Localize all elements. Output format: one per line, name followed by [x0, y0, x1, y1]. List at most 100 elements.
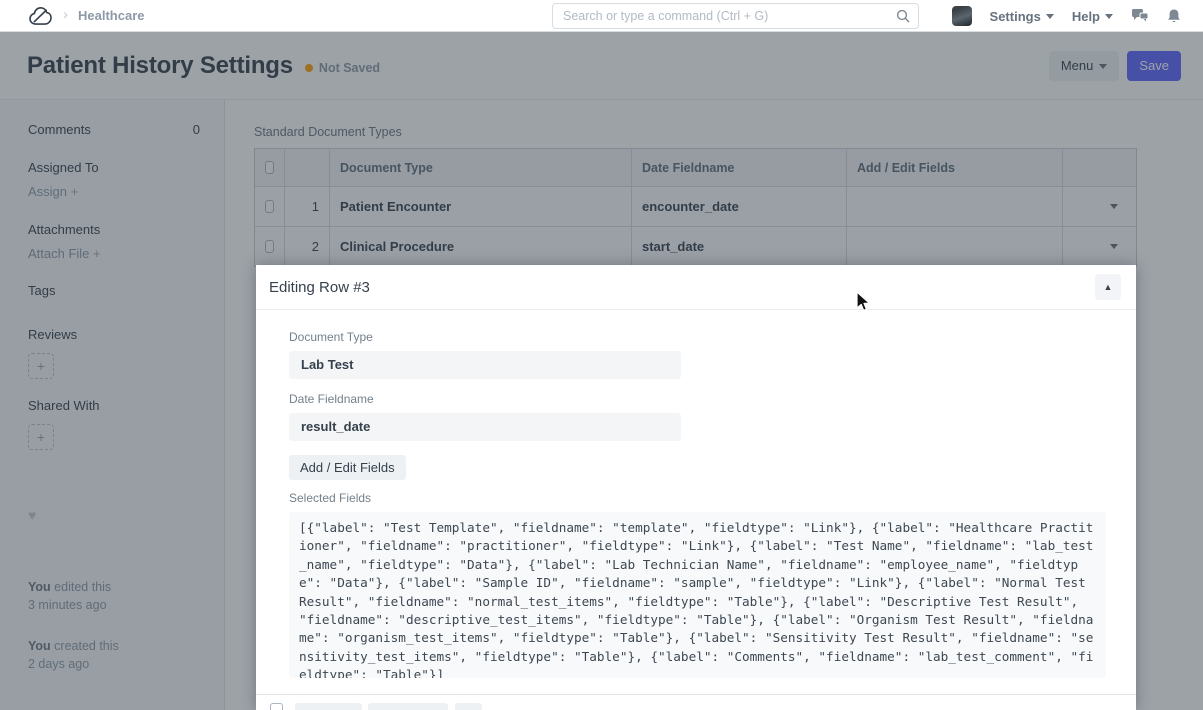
grid-row-edit-panel: Editing Row #3 ▲ Document Type Lab Test … — [256, 265, 1136, 710]
page-actions: Menu Save — [1049, 51, 1181, 81]
page-head: Patient History Settings Not Saved Menu … — [0, 32, 1203, 100]
document-type-label: Document Type — [289, 330, 1106, 344]
navbar-right: Settings Help — [952, 0, 1181, 32]
grid-header-row: Document Type Date Fieldname Add / Edit … — [255, 149, 1136, 186]
table-row[interactable]: 1 Patient Encounter encounter_date — [255, 186, 1136, 226]
add-edit-fields-button[interactable]: Add / Edit Fields — [289, 455, 406, 480]
select-all-checkbox[interactable] — [265, 161, 274, 174]
title-group: Patient History Settings Not Saved — [27, 52, 380, 80]
edited-time: 3 minutes ago — [28, 597, 200, 614]
edited-by: You — [28, 580, 51, 594]
breadcrumb-chevron-icon: › — [63, 7, 68, 22]
settings-label: Settings — [990, 9, 1041, 24]
plus-icon: + — [37, 358, 45, 374]
created-time: 2 days ago — [28, 656, 200, 673]
status-dot-icon — [305, 64, 313, 72]
chevron-down-icon — [1099, 64, 1107, 69]
selected-fields-label: Selected Fields — [289, 491, 1106, 505]
bell-icon[interactable] — [1167, 8, 1181, 24]
help-menu[interactable]: Help — [1072, 9, 1113, 24]
plus-icon: + — [71, 184, 79, 199]
chevron-down-icon — [1046, 14, 1054, 19]
save-button[interactable]: Save — [1127, 51, 1181, 81]
created-action: created this — [54, 639, 119, 653]
created-by: You — [28, 639, 51, 653]
column-header-document-type: Document Type — [330, 149, 632, 186]
grid-footer-button[interactable] — [455, 703, 482, 710]
user-avatar[interactable] — [952, 6, 972, 26]
save-status-indicator: Not Saved — [305, 61, 380, 75]
grid-footer — [256, 694, 1136, 710]
form-sidebar: Comments 0 Assigned To Assign + Attachme… — [0, 100, 225, 710]
menu-button-label: Menu — [1061, 58, 1094, 73]
edit-panel-body: Document Type Lab Test Date Fieldname re… — [256, 310, 1136, 678]
footer-checkbox[interactable] — [270, 703, 283, 710]
column-header-add-edit-fields: Add / Edit Fields — [847, 149, 1063, 186]
add-review-button[interactable]: + — [28, 353, 54, 379]
date-fieldname-label: Date Fieldname — [289, 392, 1106, 406]
cell-add-edit-fields[interactable] — [847, 187, 1063, 226]
chevron-down-icon — [1105, 14, 1113, 19]
app-logo-icon[interactable] — [28, 5, 53, 26]
column-header-date-fieldname: Date Fieldname — [632, 149, 847, 186]
cell-date-fieldname[interactable]: start_date — [642, 239, 704, 254]
collapse-row-button[interactable]: ▲ — [1095, 274, 1121, 300]
help-label: Help — [1072, 9, 1100, 24]
comments-section[interactable]: Comments 0 — [28, 122, 200, 137]
add-share-button[interactable]: + — [28, 424, 54, 450]
search-icon — [896, 9, 910, 23]
navbar-left: › Healthcare — [0, 5, 144, 26]
grid-footer-button[interactable] — [368, 703, 448, 710]
row-expand-icon[interactable] — [1110, 244, 1118, 249]
assign-button[interactable]: Assign + — [28, 184, 200, 199]
created-meta: You created this 2 days ago — [28, 638, 200, 673]
selected-fields-textarea[interactable]: [{"label": "Test Template", "fieldname":… — [289, 512, 1106, 678]
edit-panel-header: Editing Row #3 ▲ — [256, 265, 1136, 310]
plus-icon: + — [37, 429, 45, 445]
menu-button[interactable]: Menu — [1049, 51, 1120, 81]
cell-document-type[interactable]: Patient Encounter — [340, 199, 451, 214]
reviews-label: Reviews — [28, 327, 200, 342]
cell-add-edit-fields[interactable] — [847, 227, 1063, 266]
plus-icon: + — [93, 246, 101, 261]
document-type-field[interactable]: Lab Test — [289, 351, 681, 379]
row-index-header — [285, 149, 330, 186]
page-title: Patient History Settings — [27, 52, 293, 80]
tags-label: Tags — [28, 283, 200, 298]
shared-with-label: Shared With — [28, 398, 200, 413]
standard-document-types-grid: Document Type Date Fieldname Add / Edit … — [254, 148, 1137, 267]
edit-panel-title: Editing Row #3 — [269, 279, 370, 296]
cell-document-type[interactable]: Clinical Procedure — [340, 239, 454, 254]
assign-label: Assign — [28, 184, 67, 199]
breadcrumb[interactable]: Healthcare — [78, 8, 144, 23]
assigned-to-label: Assigned To — [28, 160, 200, 175]
collapse-up-icon: ▲ — [1104, 282, 1113, 292]
edited-action: edited this — [54, 580, 111, 594]
attach-file-button[interactable]: Attach File + — [28, 246, 200, 261]
comments-count: 0 — [193, 122, 200, 137]
grid-footer-button[interactable] — [295, 703, 362, 710]
row-checkbox[interactable] — [265, 200, 274, 213]
row-index: 1 — [312, 199, 319, 214]
grid-label: Standard Document Types — [254, 125, 1203, 139]
table-row[interactable]: 2 Clinical Procedure start_date — [255, 226, 1136, 266]
chat-icon[interactable] — [1131, 8, 1149, 24]
global-search[interactable] — [552, 3, 919, 29]
comments-label: Comments — [28, 122, 91, 137]
edited-meta: You edited this 3 minutes ago — [28, 579, 200, 614]
app-window: › Healthcare Settings Help — [0, 0, 1203, 710]
settings-menu[interactable]: Settings — [990, 9, 1054, 24]
row-checkbox[interactable] — [265, 240, 274, 253]
navbar: › Healthcare Settings Help — [0, 0, 1203, 32]
attach-file-label: Attach File — [28, 246, 89, 261]
search-input[interactable] — [563, 9, 896, 23]
save-button-label: Save — [1139, 58, 1169, 73]
attachments-label: Attachments — [28, 222, 200, 237]
row-index: 2 — [312, 239, 319, 254]
like-heart-icon[interactable]: ♥ — [28, 507, 200, 523]
column-header-actions — [1063, 149, 1136, 186]
status-text: Not Saved — [319, 61, 380, 75]
date-fieldname-field[interactable]: result_date — [289, 413, 681, 441]
row-expand-icon[interactable] — [1110, 204, 1118, 209]
cell-date-fieldname[interactable]: encounter_date — [642, 199, 739, 214]
